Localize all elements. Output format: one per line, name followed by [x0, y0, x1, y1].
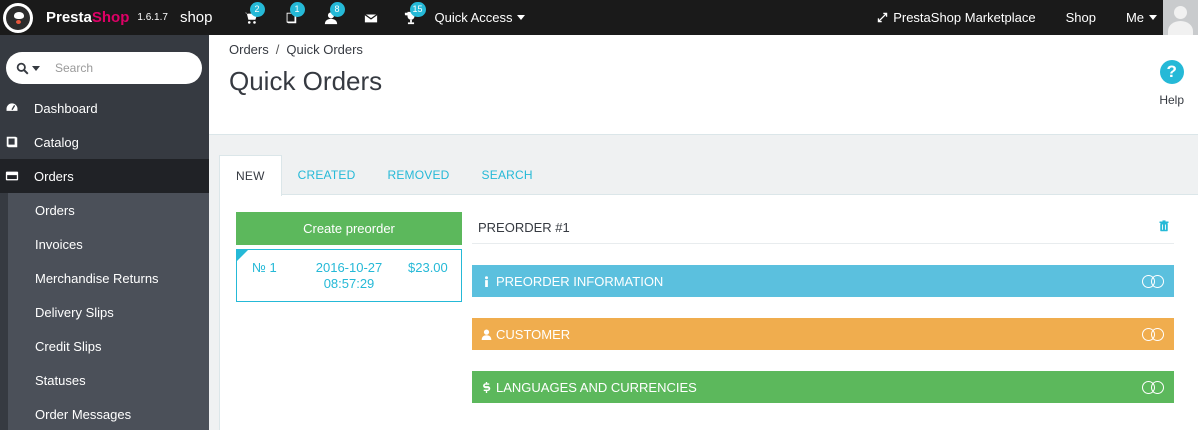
order-date: 2016-10-27	[315, 260, 383, 275]
sidebar-item-catalog[interactable]: Catalog	[0, 125, 209, 159]
sidebar-subitem-invoices[interactable]: Invoices	[0, 227, 209, 261]
breadcrumb-quick-orders[interactable]: Quick Orders	[286, 42, 363, 57]
tab-created[interactable]: CREATED	[282, 155, 372, 195]
tab-removed[interactable]: REMOVED	[371, 155, 465, 195]
section-label: CUSTOMER	[481, 327, 570, 342]
logo-badge	[3, 2, 33, 33]
chevron-down-icon	[32, 65, 40, 71]
me-menu[interactable]: Me	[1126, 10, 1157, 25]
sidebar-subitem-statuses[interactable]: Statuses	[0, 363, 209, 397]
section-title: LANGUAGES AND CURRENCIES	[496, 379, 697, 395]
page-title: Quick Orders	[229, 66, 383, 96]
quick-orders-panel: NEW CREATED REMOVED SEARCH Create preord…	[219, 155, 1198, 430]
user-icon[interactable]: 8	[311, 0, 351, 35]
section-preorder-information[interactable]: PREORDER INFORMATION	[472, 265, 1174, 297]
search-input[interactable]	[55, 61, 195, 75]
search-icon	[16, 62, 29, 74]
sidebar-subitem-orders[interactable]: Orders	[0, 193, 209, 227]
me-label: Me	[1125, 10, 1144, 25]
avatar[interactable]	[1163, 0, 1198, 35]
tab-search[interactable]: SEARCH	[466, 155, 549, 195]
user-icon	[481, 328, 492, 340]
trophy-icon[interactable]: 15	[391, 0, 431, 35]
tab-new[interactable]: NEW	[219, 155, 282, 196]
preorder-list: Create preorder № 1 2016-10-27 08:57:29 …	[236, 212, 462, 302]
sidebar-subitem-delivery-slips[interactable]: Delivery Slips	[0, 295, 209, 329]
prestashop-logo[interactable]	[0, 0, 36, 35]
sidebar-item-label: Dashboard	[34, 100, 98, 116]
section-languages-currencies[interactable]: LANGUAGES AND CURRENCIES	[472, 371, 1174, 403]
breadcrumb-separator: /	[275, 42, 280, 57]
brand-shop: Shop	[91, 9, 130, 26]
create-preorder-button[interactable]: Create preorder	[236, 212, 462, 245]
preorder-detail: PREORDER #1 PREORDER INFORMATION CUSTOME…	[472, 212, 1174, 403]
brand-presta: Presta	[46, 9, 92, 26]
section-title: CUSTOMER	[496, 326, 571, 342]
order-time: 08:57:29	[323, 276, 375, 291]
quick-access-label: Quick Access	[434, 10, 513, 25]
orders-submenu: Orders Invoices Merchandise Returns Deli…	[0, 193, 209, 430]
top-right-menu: PrestaShop Marketplace Shop Me	[876, 0, 1198, 35]
order-number: № 1	[252, 260, 277, 275]
marketplace-link[interactable]: PrestaShop Marketplace	[876, 10, 1036, 25]
dollar-icon	[483, 381, 491, 393]
version-label: 1.6.1.7	[137, 12, 168, 23]
sidebar-item-label: Catalog	[34, 134, 79, 150]
puffin-logo-icon	[6, 5, 30, 30]
preorder-list-item[interactable]: № 1 2016-10-27 08:57:29 $23.00	[236, 249, 462, 302]
tabs: NEW CREATED REMOVED SEARCH	[219, 155, 1198, 196]
sidebar-item-dashboard[interactable]: Dashboard	[0, 91, 209, 125]
search-box	[6, 52, 202, 84]
help-label: Help	[1159, 93, 1184, 107]
main-nav: Dashboard Catalog Orders Orders Invoices…	[0, 91, 209, 430]
breadcrumb-orders[interactable]: Orders	[229, 42, 269, 57]
sidebar-item-label: Orders	[34, 168, 74, 184]
dashboard-icon	[5, 102, 19, 113]
credit-card-icon	[5, 171, 19, 181]
sidebar-subitem-credit-slips[interactable]: Credit Slips	[0, 329, 209, 363]
page-header: Orders / Quick Orders Quick Orders ? Help	[209, 35, 1198, 135]
toggle-icon[interactable]	[1142, 380, 1166, 395]
cart-icon[interactable]: 2	[231, 0, 271, 35]
sidebar: Dashboard Catalog Orders Orders Invoices…	[0, 35, 209, 430]
sidebar-subitem-merchandise-returns[interactable]: Merchandise Returns	[0, 261, 209, 295]
notification-icons: 2 1 8 15	[231, 0, 431, 35]
cart-badge: 2	[249, 2, 265, 17]
section-customer[interactable]: CUSTOMER	[472, 318, 1174, 350]
book-icon[interactable]: 1	[271, 0, 311, 35]
help-button[interactable]: ? Help	[1159, 60, 1184, 107]
breadcrumb: Orders / Quick Orders	[229, 42, 363, 57]
trash-icon[interactable]	[1158, 220, 1170, 235]
shop-name[interactable]: shop	[180, 9, 213, 26]
chevron-down-icon	[516, 15, 525, 20]
puzzle-icon	[877, 12, 888, 23]
quick-access-menu[interactable]: Quick Access	[435, 10, 525, 25]
sidebar-item-orders[interactable]: Orders	[0, 159, 209, 193]
envelope-icon[interactable]	[351, 0, 391, 35]
section-label: PREORDER INFORMATION	[481, 274, 663, 289]
chevron-down-icon	[1149, 15, 1157, 20]
toggle-icon[interactable]	[1142, 327, 1166, 342]
book-badge: 1	[289, 2, 305, 17]
book-icon	[6, 136, 18, 148]
brand-name[interactable]: PrestaShop	[46, 9, 129, 26]
info-icon	[484, 275, 489, 287]
shop-link[interactable]: Shop	[1066, 10, 1096, 25]
order-datetime: 2016-10-27 08:57:29	[307, 260, 391, 292]
trophy-badge: 15	[409, 2, 426, 17]
section-title: PREORDER INFORMATION	[496, 273, 664, 289]
sidebar-subitem-order-messages[interactable]: Order Messages	[0, 397, 209, 430]
section-label: LANGUAGES AND CURRENCIES	[481, 380, 697, 395]
marketplace-label: PrestaShop Marketplace	[893, 10, 1036, 25]
preorder-title: PREORDER #1	[478, 220, 570, 235]
toggle-icon[interactable]	[1142, 274, 1166, 289]
search-type-dropdown[interactable]	[16, 62, 46, 75]
order-amount: $23.00	[408, 260, 448, 275]
question-icon: ?	[1159, 60, 1184, 84]
preorder-header: PREORDER #1	[472, 212, 1174, 244]
user-badge: 8	[329, 2, 345, 17]
top-navbar: PrestaShop 1.6.1.7 shop 2 1 8 15 Quick A…	[0, 0, 1198, 35]
